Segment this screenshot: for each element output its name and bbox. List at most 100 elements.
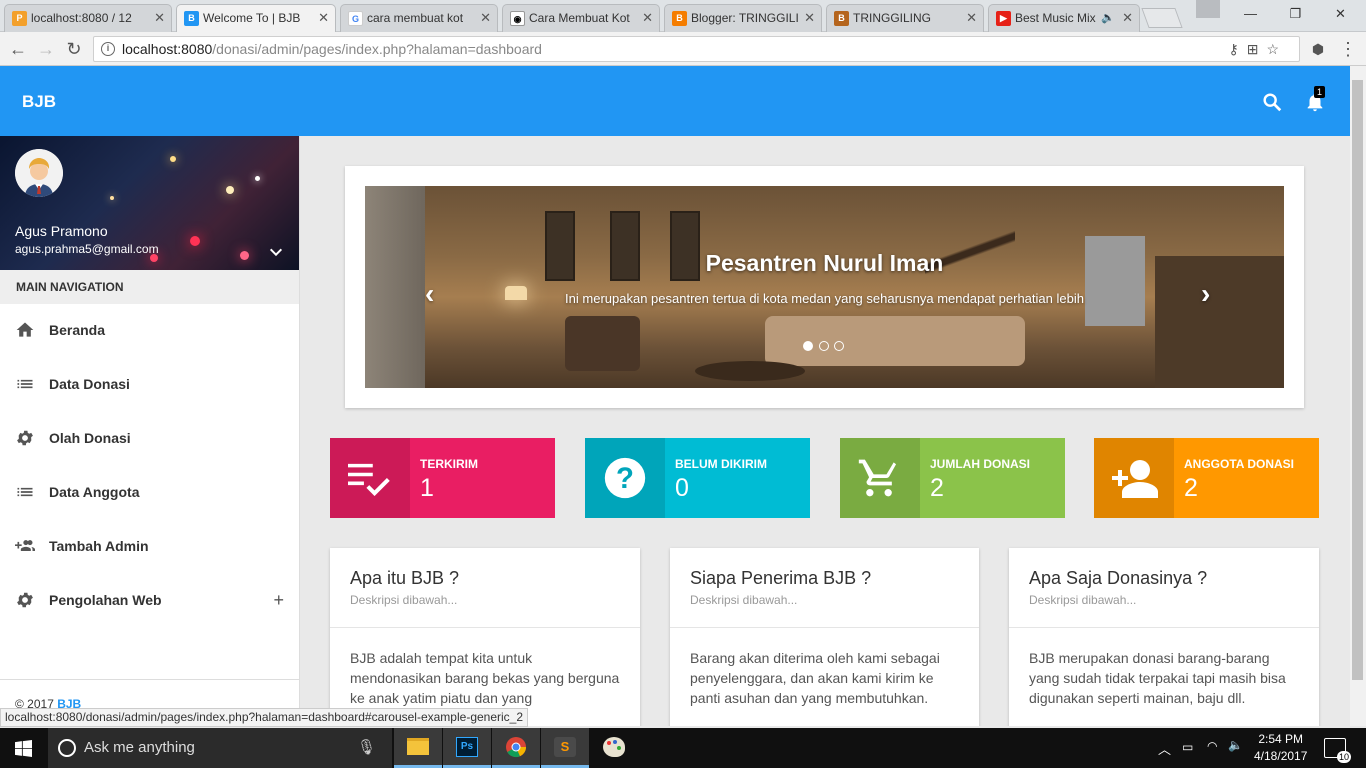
sublime-icon: S (554, 737, 576, 757)
infobox-terkirim[interactable]: TERKIRIM 1 (330, 438, 555, 518)
avatar[interactable] (15, 149, 63, 197)
infobox-belum-dikirim[interactable]: ? BELUM DIKIRIM 0 (585, 438, 810, 518)
carousel-prev-button[interactable]: ‹ (425, 278, 434, 310)
card-subtitle: Deskripsi dibawah... (350, 593, 458, 607)
page-scrollbar[interactable] (1350, 66, 1366, 726)
close-window-button[interactable]: ✕ (1318, 0, 1363, 28)
sidebar-item-label: Data Anggota (49, 484, 140, 500)
cortana-icon (58, 739, 76, 757)
close-tab-icon[interactable]: ✕ (966, 5, 977, 31)
cart-icon (858, 459, 897, 497)
browser-tab-active[interactable]: B Welcome To | BJB ✕ (176, 4, 336, 32)
action-center-badge: 10 (1336, 751, 1351, 763)
infobox-label: TERKIRIM (420, 457, 478, 471)
infobox-jumlah-donasi[interactable]: JUMLAH DONASI 2 (840, 438, 1065, 518)
carousel-indicator[interactable] (834, 341, 844, 351)
maximize-button[interactable]: ❐ (1273, 0, 1318, 28)
photoshop-app[interactable]: Ps (443, 728, 491, 768)
stone-wall (365, 186, 425, 388)
gear-icon (17, 592, 33, 608)
minimize-button[interactable]: — (1228, 0, 1273, 28)
youtube-icon: ▶ (996, 11, 1011, 26)
blogger-icon: B (672, 11, 687, 26)
gear-icon (17, 430, 33, 446)
translate-icon[interactable]: ⊞ (1247, 41, 1267, 57)
infobox-label: JUMLAH DONASI (930, 457, 1031, 471)
close-tab-icon[interactable]: ✕ (318, 5, 329, 31)
info-card: Apa itu BJB ? Deskripsi dibawah... BJB a… (330, 548, 640, 726)
address-bar[interactable]: i localhost:8080/donasi/admin/pages/inde… (93, 36, 1300, 62)
chevron-down-icon[interactable] (268, 244, 284, 260)
browser-tab[interactable]: B TRINGGILING ✕ (826, 4, 984, 32)
browser-tab[interactable]: ◉ Cara Membuat Kot ✕ (502, 4, 660, 32)
sidebar-item-tambah-admin[interactable]: Tambah Admin (0, 519, 299, 573)
sidebar-item-data-donasi[interactable]: Data Donasi (0, 357, 299, 411)
card-body: Barang akan diterima oleh kami sebagai p… (690, 650, 940, 706)
key-icon[interactable]: ⚷ (1228, 41, 1246, 57)
file-explorer-app[interactable] (394, 728, 442, 768)
close-tab-icon[interactable]: ✕ (154, 5, 165, 31)
volume-icon[interactable]: 🔈 (1228, 738, 1243, 752)
back-button[interactable]: ← (5, 36, 31, 62)
carousel-indicator[interactable] (819, 341, 829, 351)
browser-tab[interactable]: ▶ Best Music Mix 🔈 ✕ (988, 4, 1140, 32)
paint-icon (603, 737, 625, 757)
chevron-up-icon[interactable]: ︿ (1158, 739, 1171, 758)
audio-playing-icon[interactable]: 🔈 (1101, 5, 1115, 31)
google-icon: G (348, 11, 363, 26)
windows-start-icon[interactable] (15, 740, 32, 757)
info-icon[interactable]: i (101, 42, 115, 56)
sidebar-item-pengolahan-web[interactable]: Pengolahan Web + (0, 573, 299, 627)
carousel-indicator[interactable] (803, 341, 813, 351)
clock-date: 4/18/2017 (1254, 749, 1308, 763)
infobox-anggota-donasi[interactable]: ANGGOTA DONASI 2 (1094, 438, 1319, 518)
new-tab-button[interactable] (1141, 8, 1183, 28)
browser-tab[interactable]: P localhost:8080 / 12 ✕ (4, 4, 172, 32)
sidebar-item-olah-donasi[interactable]: Olah Donasi (0, 411, 299, 465)
menu-icon[interactable]: ⋮ (1335, 36, 1361, 62)
list-icon (17, 379, 33, 389)
scrollbar-thumb[interactable] (1352, 80, 1363, 680)
bjb-favicon-icon: B (184, 11, 199, 26)
sublime-app[interactable]: S (541, 728, 589, 768)
microphone-icon[interactable]: 🎙 (357, 728, 376, 768)
carousel-next-button[interactable]: › (1201, 278, 1210, 310)
wifi-icon[interactable]: ◠ (1207, 739, 1217, 753)
browser-tab[interactable]: B Blogger: TRINGGILI ✕ (664, 4, 822, 32)
infobox-value: 2 (1184, 474, 1198, 502)
infobox-icon-bg (840, 438, 920, 518)
help-icon: ? (604, 457, 646, 499)
taskbar-search-placeholder: Ask me anything (84, 739, 195, 756)
expand-plus-icon[interactable]: + (273, 573, 284, 627)
carousel-caption-title: Pesantren Nurul Iman (705, 250, 944, 276)
paint-app[interactable] (590, 728, 638, 768)
close-tab-icon[interactable]: ✕ (480, 5, 491, 31)
svg-text:?: ? (616, 462, 634, 495)
folder-icon (407, 738, 429, 755)
sidebar-item-label: Olah Donasi (49, 430, 131, 446)
action-center-icon[interactable]: 10 (1324, 738, 1351, 763)
chrome-app[interactable] (492, 728, 540, 768)
taskbar-clock[interactable]: 2:54 PM 4/18/2017 (1254, 731, 1307, 765)
close-tab-icon[interactable]: ✕ (642, 5, 653, 31)
close-tab-icon[interactable]: ✕ (804, 5, 815, 31)
group-add-icon (15, 540, 35, 551)
extension-icon[interactable]: ⬢ (1305, 36, 1331, 62)
forward-button[interactable]: → (33, 36, 59, 62)
taskbar-search[interactable]: Ask me anything 🎙 (48, 728, 392, 768)
sidebar-item-data-anggota[interactable]: Data Anggota (0, 465, 299, 519)
status-url-bubble: localhost:8080/donasi/admin/pages/index.… (0, 708, 529, 727)
sidebar-item-beranda[interactable]: Beranda (0, 303, 299, 357)
sidebar-item-label: Beranda (49, 322, 106, 338)
infobox-value: 1 (420, 474, 434, 502)
brand-logo[interactable]: BJB (22, 92, 56, 112)
profile-icon[interactable] (1196, 0, 1220, 18)
battery-icon[interactable]: ▭ (1182, 740, 1193, 754)
close-tab-icon[interactable]: ✕ (1122, 5, 1133, 31)
search-icon[interactable] (1261, 91, 1283, 113)
reload-button[interactable]: ↻ (61, 36, 87, 62)
bookmark-star-icon[interactable]: ☆ (1266, 41, 1287, 57)
tab-title: Best Music Mix (1015, 11, 1096, 25)
browser-tab[interactable]: G cara membuat kot ✕ (340, 4, 498, 32)
url-path: /donasi/admin/pages/index.php?halaman=da… (212, 41, 542, 57)
